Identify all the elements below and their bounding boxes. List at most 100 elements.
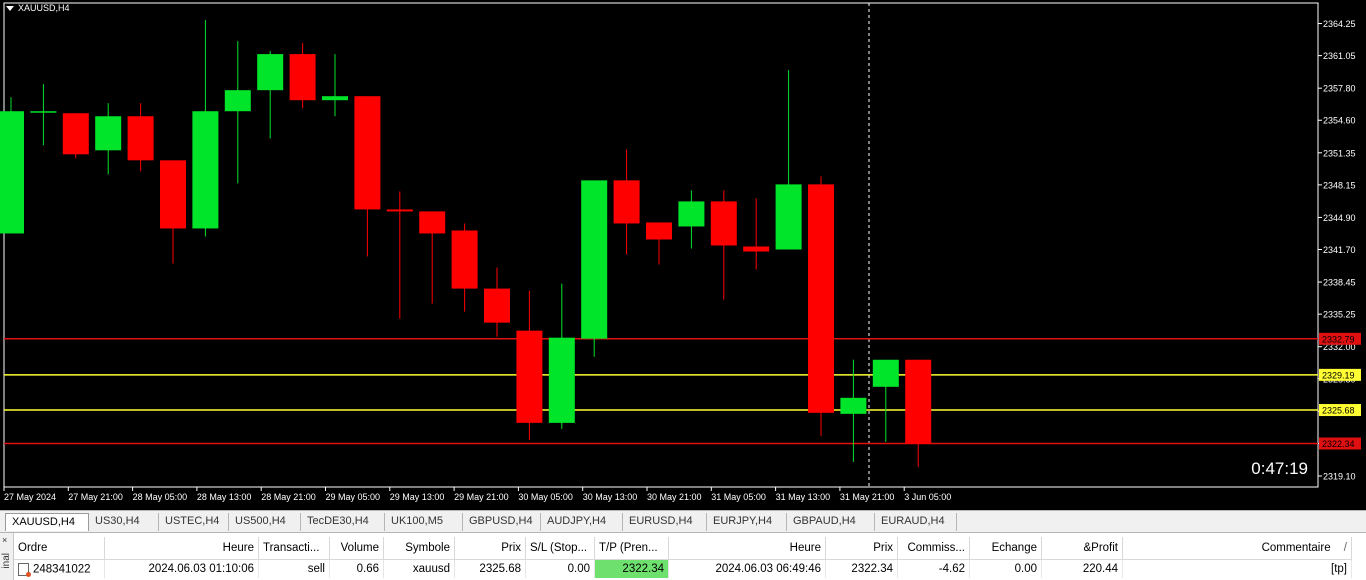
x-tick-label: 30 May 13:00	[583, 492, 638, 502]
col-symbole[interactable]: Symbole	[383, 537, 455, 560]
x-tick-label: 30 May 05:00	[518, 492, 573, 502]
y-tick-label: 2357.80	[1323, 84, 1356, 94]
x-tick-label: 28 May 05:00	[133, 492, 188, 502]
candle-body	[62, 113, 89, 155]
order-id: 248341022	[33, 563, 91, 576]
chart-tab[interactable]: US500,H4	[229, 513, 301, 531]
chart-tab[interactable]: EURAUD,H4	[875, 513, 957, 531]
candle-body	[743, 246, 770, 252]
col-commission[interactable]: Commiss...	[897, 537, 970, 560]
candle-body	[484, 288, 510, 323]
candle-body	[386, 209, 413, 212]
col-heure-open[interactable]: Heure	[104, 537, 259, 560]
volume-cell: 0.66	[329, 559, 384, 578]
chart-tab[interactable]: UK100,M5	[385, 513, 463, 531]
candle-body	[613, 180, 640, 224]
chart-tab[interactable]: GBPUSD,H4	[463, 513, 541, 531]
chart-tab[interactable]: EURUSD,H4	[623, 513, 707, 531]
price-chart[interactable]: 2364.25 2361.05 2357.80 2354.60 2351.35 2348.…	[0, 0, 1366, 510]
col-commentaire[interactable]: Commentaire /	[1122, 537, 1352, 560]
col-prix-close[interactable]: Prix	[825, 537, 898, 560]
sort-icon: /	[1343, 542, 1347, 554]
price-line-label: 2325.68	[1322, 406, 1355, 416]
chart-tab[interactable]: AUDJPY,H4	[541, 513, 623, 531]
y-tick-label: 2341.70	[1323, 245, 1356, 255]
order-id-cell: 248341022	[14, 559, 105, 578]
close-icon[interactable]: ×	[2, 535, 7, 545]
candlestick-chart[interactable]: 2364.25 2361.05 2357.80 2354.60 2351.35 2348.…	[0, 0, 1366, 510]
orders-header-row: Ordre Heure Transacti... Volume Symbole …	[14, 537, 1352, 560]
candle-body	[516, 330, 543, 423]
candle-body	[0, 111, 24, 234]
candle-body	[775, 184, 802, 250]
close-price-cell: 2322.34	[825, 559, 898, 578]
chart-tab[interactable]: USTEC,H4	[159, 513, 229, 531]
y-tick-label: 2351.35	[1323, 148, 1356, 158]
x-tick-label: 29 May 05:00	[326, 492, 381, 502]
chart-tab[interactable]: EURJPY,H4	[707, 513, 787, 531]
candle-body	[127, 116, 154, 161]
candle-body	[872, 359, 899, 387]
candle-body	[710, 201, 737, 246]
x-tick-label: 30 May 21:00	[647, 492, 702, 502]
candle-body	[289, 54, 316, 101]
close-time-cell: 2024.06.03 06:49:46	[668, 559, 826, 578]
col-prix-open[interactable]: Prix	[454, 537, 526, 560]
candle-body	[581, 180, 608, 339]
terminal-side-strip: × inal	[0, 533, 14, 580]
dropdown-triangle-icon[interactable]	[6, 6, 14, 12]
profit-cell: 220.44	[1041, 559, 1123, 578]
type-cell: sell	[258, 559, 330, 578]
x-tick-label: 31 May 13:00	[776, 492, 831, 502]
col-echange[interactable]: Echange	[969, 537, 1042, 560]
col-profit[interactable]: &Profit	[1041, 537, 1123, 560]
chart-tab[interactable]: TecDE30,H4	[301, 513, 385, 531]
x-tick-label: 28 May 13:00	[197, 492, 252, 502]
col-transaction[interactable]: Transacti...	[258, 537, 330, 560]
symbol-cell: xauusd	[383, 559, 455, 578]
y-tick-label: 2335.25	[1323, 310, 1356, 320]
candle-body	[95, 116, 122, 151]
candle-body	[905, 359, 932, 444]
candle-body	[678, 201, 705, 227]
terminal-panel: × inal Ordre Heure Transacti... Volume S…	[0, 532, 1366, 580]
y-tick-label: 2348.15	[1323, 180, 1356, 190]
candle-body	[451, 230, 478, 289]
x-tick-label: 3 Jun 05:00	[904, 492, 951, 502]
col-volume[interactable]: Volume	[329, 537, 384, 560]
col-ordre[interactable]: Ordre	[14, 537, 105, 560]
chart-tab[interactable]: GBPAUD,H4	[787, 513, 875, 531]
col-commentaire-label: Commentaire	[1261, 542, 1331, 554]
closed-order-icon	[18, 562, 31, 577]
chart-symbol-label[interactable]: XAUUSD,H4	[6, 3, 70, 13]
candle-body	[808, 184, 834, 413]
comment-cell: [tp]	[1122, 559, 1352, 578]
candle-body	[160, 160, 186, 229]
col-tp[interactable]: T/P (Pren...	[594, 537, 669, 560]
open-time-cell: 2024.06.03 01:10:06	[104, 559, 259, 578]
y-tick-label: 2319.10	[1323, 471, 1356, 481]
chart-tab[interactable]: US30,H4	[89, 513, 159, 531]
price-line-label: 2322.34	[1322, 439, 1355, 449]
order-row[interactable]: 248341022 2024.06.03 01:10:06 sell 0.66 …	[14, 559, 1352, 578]
chart-tab[interactable]: XAUUSD,H4	[5, 513, 89, 531]
price-line-label: 2329.19	[1322, 370, 1355, 380]
candle-body	[354, 96, 381, 210]
price-line-label: 2332.79	[1322, 334, 1355, 344]
x-tick-label: 31 May 21:00	[840, 492, 895, 502]
plot-frame	[3, 2, 1319, 488]
candle-body	[646, 222, 672, 240]
col-sl[interactable]: S/L (Stop...	[525, 537, 595, 560]
chart-symbol-text: XAUUSD,H4	[18, 3, 70, 13]
orders-table: Ordre Heure Transacti... Volume Symbole …	[14, 537, 1352, 578]
x-tick-label: 31 May 05:00	[711, 492, 766, 502]
chart-tabs-bar: XAUUSD,H4 US30,H4 USTEC,H4 US500,H4 TecDE30,…	[0, 510, 1366, 532]
candle-countdown-timer: 0:47:19	[1251, 459, 1308, 478]
x-tick-label: 29 May 13:00	[390, 492, 445, 502]
commission-cell: -4.62	[897, 559, 970, 578]
col-heure-close[interactable]: Heure	[668, 537, 826, 560]
y-tick-label: 2364.25	[1323, 19, 1356, 29]
y-tick-label: 2354.60	[1323, 116, 1356, 126]
x-tick-label: 28 May 21:00	[261, 492, 316, 502]
y-tick-label: 2361.05	[1323, 51, 1356, 61]
